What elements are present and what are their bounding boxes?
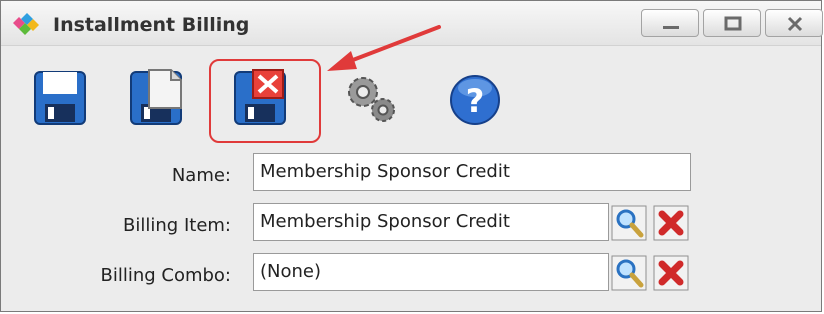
maximize-icon <box>724 16 742 31</box>
close-button[interactable] <box>765 9 823 37</box>
maximize-button[interactable] <box>703 9 761 37</box>
help-icon[interactable]: ? <box>447 68 503 128</box>
billing-item-search-icon[interactable] <box>611 205 647 241</box>
billing-item-label: Billing Item: <box>123 215 231 236</box>
billing-item-clear-icon[interactable] <box>653 205 689 241</box>
window-title: Installment Billing <box>53 14 250 36</box>
name-row: Name: Membership Sponsor Credit <box>1 153 821 197</box>
name-field[interactable]: Membership Sponsor Credit <box>253 153 691 191</box>
save-copy-icon[interactable] <box>129 68 185 128</box>
billing-item-field[interactable]: Membership Sponsor Credit <box>253 203 609 241</box>
billing-combo-label: Billing Combo: <box>100 265 231 286</box>
annotation-arrow-icon <box>327 25 441 71</box>
billing-combo-clear-icon[interactable] <box>653 255 689 291</box>
billing-combo-field[interactable]: (None) <box>253 253 609 291</box>
installment-billing-window: Installment Billing ? Name: Membership S… <box>0 0 823 312</box>
close-icon <box>787 16 803 32</box>
svg-text:?: ? <box>466 82 485 120</box>
minimize-button[interactable] <box>641 9 699 37</box>
save-icon[interactable] <box>33 68 89 128</box>
billing-combo-search-icon[interactable] <box>611 255 647 291</box>
app-diamond-icon <box>13 13 39 35</box>
delete-button-highlight <box>209 59 321 143</box>
minimize-icon <box>663 26 679 29</box>
billing-item-row: Billing Item: Membership Sponsor Credit <box>1 203 821 247</box>
billing-combo-row: Billing Combo: (None) <box>1 253 821 297</box>
name-label: Name: <box>171 165 231 186</box>
